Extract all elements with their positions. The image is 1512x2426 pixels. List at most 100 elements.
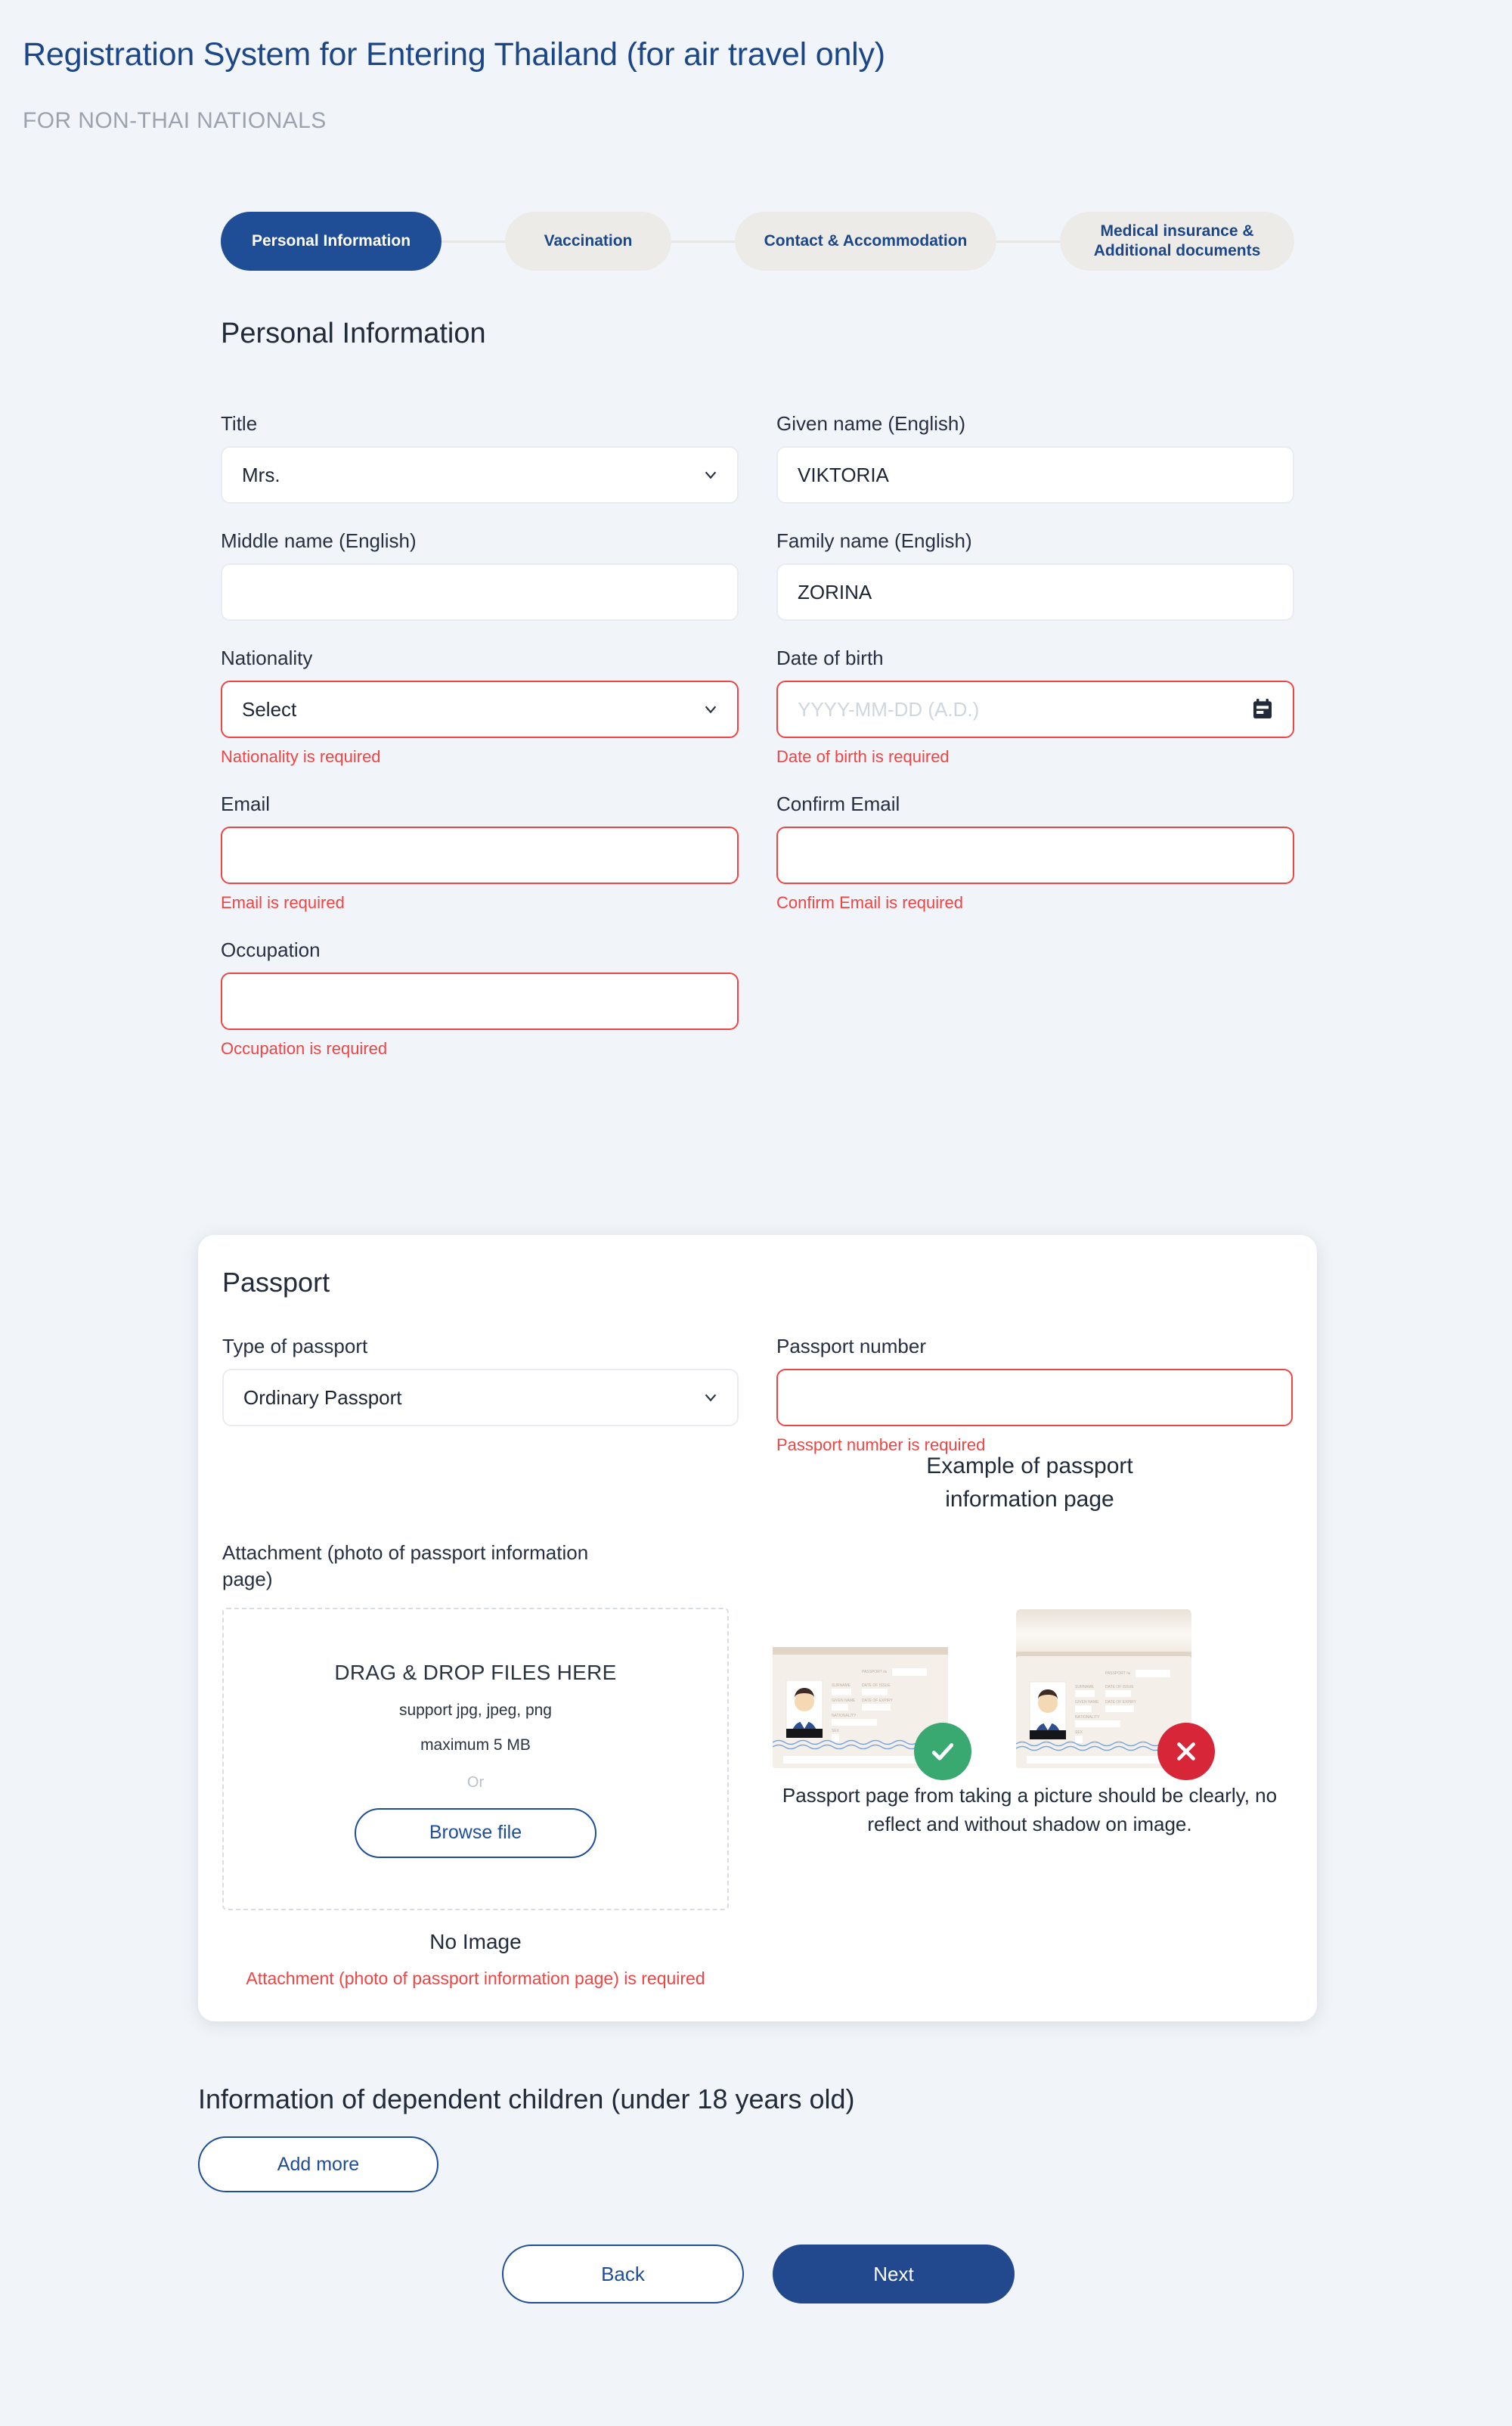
- given-name-value: VIKTORIA: [798, 463, 889, 486]
- tab-medical-line2: Additional documents: [1093, 242, 1261, 259]
- form-row: Type of passport Ordinary Passport Passp…: [222, 1335, 1293, 1455]
- passport-type-label: Type of passport: [222, 1335, 368, 1357]
- svg-text:GIVEN NAME: GIVEN NAME: [1075, 1700, 1099, 1705]
- cross-mark-icon: [1157, 1723, 1215, 1780]
- passport-number-input[interactable]: [776, 1369, 1293, 1426]
- title-label: Title: [221, 412, 258, 435]
- svg-text:SEX: SEX: [832, 1729, 840, 1733]
- nationality-value: Select: [242, 697, 297, 721]
- svg-text:SURNAME: SURNAME: [1075, 1685, 1095, 1689]
- passport-type-select[interactable]: Ordinary Passport: [222, 1369, 739, 1426]
- confirm-email-input[interactable]: [776, 827, 1294, 884]
- email-input[interactable]: [221, 827, 739, 884]
- occupation-label: Occupation: [221, 938, 321, 961]
- tab-personal-information[interactable]: Personal Information: [221, 212, 442, 271]
- given-name-input[interactable]: VIKTORIA: [776, 446, 1294, 504]
- passport-card-title: Passport: [222, 1267, 330, 1298]
- form-row: Email Email is required Confirm Email Co…: [221, 793, 1294, 913]
- footer-actions: Back Next: [502, 2245, 1015, 2303]
- next-button[interactable]: Next: [773, 2245, 1015, 2303]
- svg-text:SEX: SEX: [1075, 1730, 1083, 1735]
- given-name-label: Given name (English): [776, 412, 965, 435]
- chevron-down-icon: [705, 1394, 717, 1402]
- form-row: Title Mrs. Given name (English) VIKTORIA: [221, 412, 1294, 504]
- passport-body: Type of passport Ordinary Passport Passp…: [222, 1335, 1293, 1992]
- file-dropzone[interactable]: DRAG & DROP FILES HERE support jpg, jpeg…: [222, 1608, 729, 1911]
- field-title: Title Mrs.: [221, 412, 739, 504]
- stepper-connector: [442, 240, 505, 243]
- occupation-input[interactable]: [221, 973, 739, 1030]
- attachment-label: Attachment (photo of passport informatio…: [222, 1541, 589, 1591]
- passport-example: Example of passport information page PAS…: [767, 1450, 1293, 1838]
- dropzone-max-size: maximum 5 MB: [420, 1736, 531, 1754]
- form-row: Middle name (English) Family name (Engli…: [221, 529, 1294, 621]
- title-select[interactable]: Mrs.: [221, 446, 739, 504]
- svg-text:PASSPORT №: PASSPORT №: [862, 1670, 887, 1674]
- check-mark-icon: [914, 1723, 971, 1780]
- field-passport-type: Type of passport Ordinary Passport: [222, 1335, 739, 1455]
- date-of-birth-input[interactable]: YYYY-MM-DD (A.D.): [776, 681, 1294, 738]
- field-email: Email Email is required: [221, 793, 739, 913]
- svg-text:NATIONALITY: NATIONALITY: [832, 1714, 857, 1718]
- field-family-name: Family name (English) ZORINA: [776, 529, 1294, 621]
- field-given-name: Given name (English) VIKTORIA: [776, 412, 1294, 504]
- stepper: Personal Information Vaccination Contact…: [221, 212, 1294, 271]
- svg-text:DATE OF ISSUE: DATE OF ISSUE: [1105, 1685, 1134, 1689]
- passport-card: Passport Type of passport Ordinary Passp…: [198, 1235, 1317, 2021]
- back-button[interactable]: Back: [502, 2245, 744, 2303]
- page-title: Registration System for Entering Thailan…: [23, 36, 885, 73]
- svg-text:SURNAME: SURNAME: [832, 1683, 851, 1688]
- stepper-connector: [996, 240, 1060, 243]
- attachment-error: Attachment (photo of passport informatio…: [246, 1968, 705, 1989]
- form-row: Nationality Select Nationality is requir…: [221, 647, 1294, 767]
- svg-text:DATE OF EXPIRY: DATE OF EXPIRY: [1105, 1700, 1137, 1705]
- tab-medical-line1: Medical insurance &: [1100, 222, 1254, 240]
- date-of-birth-error: Date of birth is required: [776, 747, 950, 766]
- registration-page: Registration System for Entering Thailan…: [0, 0, 1512, 2426]
- chevron-down-icon: [705, 706, 717, 714]
- tab-vaccination[interactable]: Vaccination: [505, 212, 671, 271]
- occupation-error: Occupation is required: [221, 1039, 388, 1058]
- family-name-value: ZORINA: [798, 580, 872, 603]
- field-nationality: Nationality Select Nationality is requir…: [221, 647, 739, 767]
- add-more-button[interactable]: Add more: [198, 2136, 438, 2192]
- page-subtitle: FOR NON-THAI NATIONALS: [23, 108, 327, 133]
- svg-text:NATIONALITY: NATIONALITY: [1075, 1715, 1100, 1720]
- browse-file-button[interactable]: Browse file: [355, 1807, 596, 1858]
- field-passport-number: Passport number Passport number is requi…: [776, 1335, 1293, 1455]
- section-title: Personal Information: [221, 318, 486, 349]
- calendar-icon[interactable]: [1250, 697, 1275, 721]
- svg-text:GIVEN NAME: GIVEN NAME: [832, 1699, 856, 1703]
- passport-number-label: Passport number: [776, 1335, 926, 1357]
- tab-contact-accommodation[interactable]: Contact & Accommodation: [735, 212, 996, 271]
- example-title-line2: information page: [945, 1486, 1114, 1512]
- family-name-input[interactable]: ZORINA: [776, 563, 1294, 621]
- family-name-label: Family name (English): [776, 529, 972, 552]
- stepper-connector: [671, 240, 735, 243]
- email-error: Email is required: [221, 893, 345, 912]
- example-title-line1: Example of passport: [926, 1453, 1133, 1478]
- middle-name-input[interactable]: [221, 563, 739, 621]
- tab-medical-insurance[interactable]: Medical insurance & Additional documents: [1060, 212, 1294, 271]
- svg-text:PASSPORT №: PASSPORT №: [1105, 1671, 1130, 1676]
- title-value: Mrs.: [242, 463, 280, 486]
- svg-text:DATE OF EXPIRY: DATE OF EXPIRY: [862, 1699, 894, 1703]
- dropzone-support-text: support jpg, jpeg, png: [399, 1701, 552, 1719]
- field-occupation: Occupation Occupation is required: [221, 938, 739, 1059]
- field-date-of-birth: Date of birth YYYY-MM-DD (A.D.) Date of …: [776, 647, 1294, 767]
- dropzone-main-text: DRAG & DROP FILES HERE: [334, 1660, 617, 1684]
- dropzone-or-text: Or: [466, 1773, 485, 1791]
- example-title: Example of passport information page: [767, 1450, 1293, 1515]
- passport-type-value: Ordinary Passport: [243, 1385, 402, 1409]
- form-row: Occupation Occupation is required: [221, 938, 1294, 1059]
- confirm-email-label: Confirm Email: [776, 793, 900, 815]
- children-section-title: Information of dependent children (under…: [198, 2083, 855, 2114]
- example-caption: Passport page from taking a picture shou…: [782, 1784, 1278, 1835]
- nationality-select[interactable]: Select: [221, 681, 739, 738]
- date-of-birth-label: Date of birth: [776, 647, 884, 669]
- example-artwork: PASSPORT № SURNAME DATE OF ISSUE GIVEN N…: [767, 1541, 1293, 1780]
- email-label: Email: [221, 793, 271, 815]
- confirm-email-error: Confirm Email is required: [776, 893, 963, 912]
- no-image-text: No Image: [429, 1930, 522, 1954]
